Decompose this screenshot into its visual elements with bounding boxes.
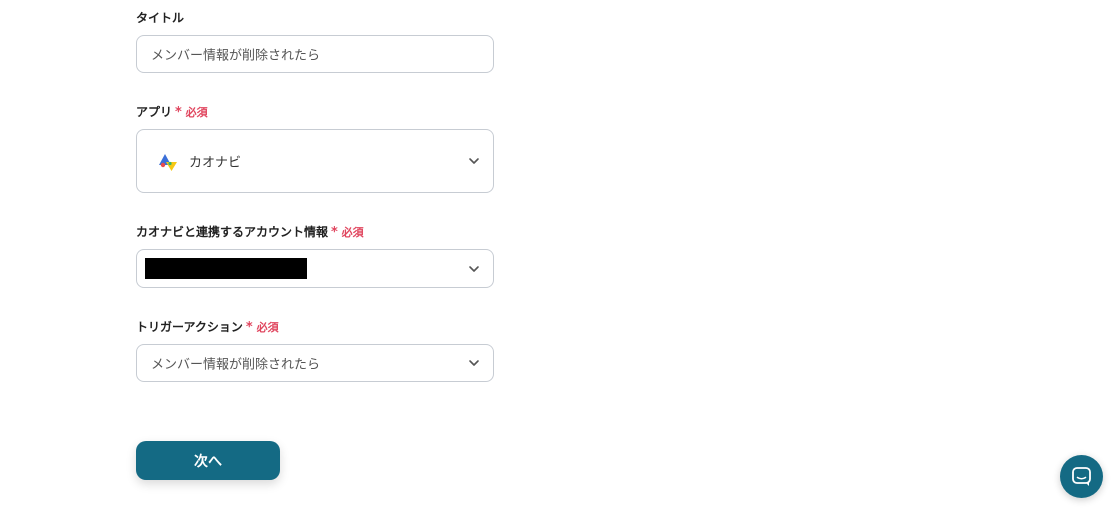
trigger-label-text: トリガーアクション	[136, 320, 243, 334]
account-label: カオナビと連携するアカウント情報 * 必須	[136, 223, 364, 240]
required-mark: *	[331, 225, 338, 240]
required-badge: * 必須	[175, 105, 208, 120]
account-label-text: カオナビと連携するアカウント情報	[136, 225, 329, 239]
title-input[interactable]: メンバー情報が削除されたら	[136, 35, 494, 73]
trigger-select-value: メンバー情報が削除されたら	[151, 357, 321, 373]
redacted-account-value	[145, 258, 307, 279]
app-label: アプリ * 必須	[136, 103, 208, 120]
chevron-down-icon	[469, 158, 479, 164]
required-text: 必須	[256, 321, 279, 334]
app-label-text: アプリ	[136, 105, 173, 119]
account-select[interactable]	[136, 249, 494, 288]
chat-icon	[1072, 467, 1091, 486]
required-badge: * 必須	[245, 320, 279, 335]
title-label: タイトル	[136, 9, 184, 26]
required-text: 必須	[341, 226, 364, 239]
required-badge: * 必須	[331, 225, 364, 240]
required-mark: *	[175, 105, 182, 120]
title-input-value: メンバー情報が削除されたら	[151, 48, 321, 64]
kaonavi-logo-icon	[159, 154, 177, 171]
chevron-down-icon	[469, 360, 479, 366]
chat-launcher-button[interactable]	[1060, 455, 1103, 498]
next-button[interactable]: 次へ	[136, 441, 280, 480]
title-label-text: タイトル	[136, 11, 185, 25]
app-select[interactable]: カオナビ	[136, 129, 494, 193]
required-text: 必須	[185, 106, 208, 119]
trigger-select[interactable]: メンバー情報が削除されたら	[136, 344, 494, 382]
trigger-label: トリガーアクション * 必須	[136, 318, 279, 335]
app-select-value: カオナビ	[189, 155, 242, 171]
required-mark: *	[245, 320, 253, 335]
chevron-down-icon	[469, 265, 479, 272]
